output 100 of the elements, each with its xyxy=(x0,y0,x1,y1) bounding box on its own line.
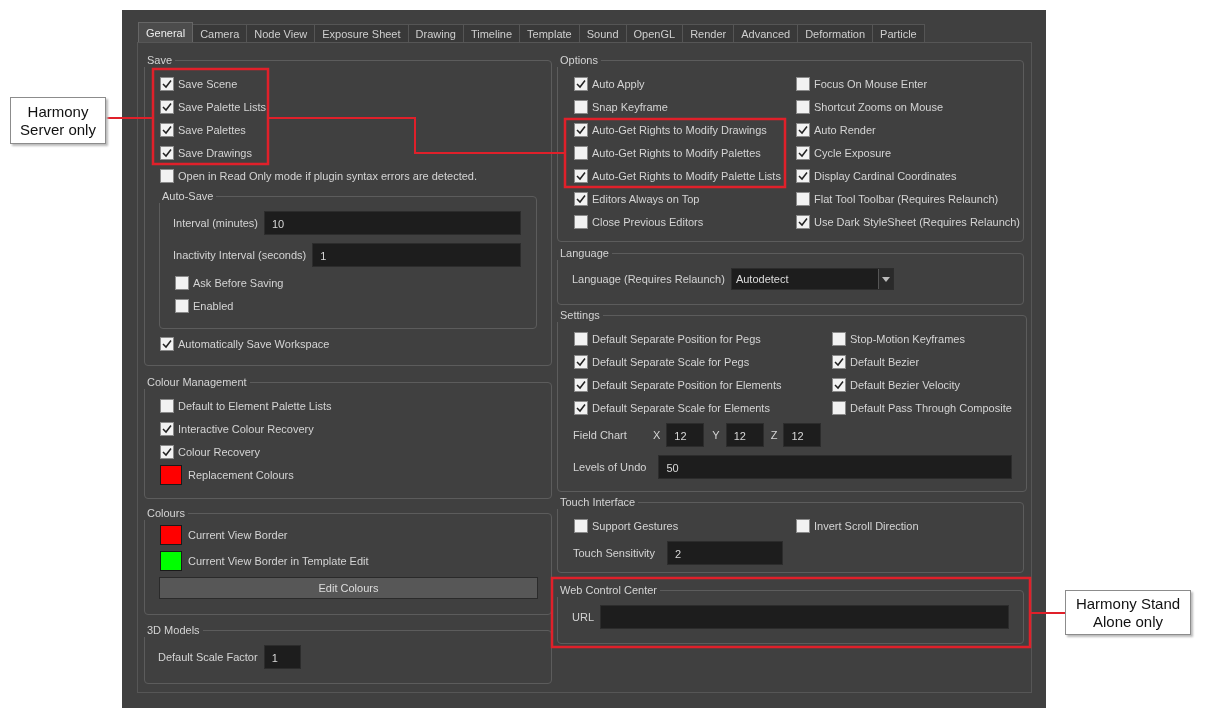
field-label: Touch Sensitivity xyxy=(573,547,655,559)
checkbox[interactable] xyxy=(175,298,189,313)
swatch-label: Current View Border xyxy=(188,529,288,541)
checkbox[interactable] xyxy=(574,331,588,346)
checkbox-label: Save Palette Lists xyxy=(178,100,267,113)
checkbox[interactable] xyxy=(160,421,174,436)
checkbox[interactable] xyxy=(796,214,810,229)
field-label: Y xyxy=(712,429,720,441)
edit-colours-button[interactable]: Edit Colours xyxy=(159,577,538,599)
tab[interactable]: Drawing xyxy=(407,24,464,42)
tab[interactable]: Particle xyxy=(872,24,925,42)
checkbox[interactable] xyxy=(160,99,174,114)
checkbox[interactable] xyxy=(796,168,810,183)
checkbox-label: Invert Scroll Direction xyxy=(814,519,919,532)
checkbox-label: Default Separate Position for Pegs xyxy=(592,332,761,345)
tab[interactable]: Render xyxy=(682,24,735,42)
color-swatch[interactable] xyxy=(160,465,182,485)
field-label: Default Scale Factor xyxy=(158,651,258,663)
color-swatch[interactable] xyxy=(160,525,182,545)
checkbox[interactable] xyxy=(574,99,588,114)
checkbox[interactable] xyxy=(832,331,846,346)
checkbox[interactable] xyxy=(796,122,810,137)
checkbox-label: Interactive Colour Recovery xyxy=(178,422,314,435)
checkbox[interactable] xyxy=(574,377,588,392)
checkbox[interactable] xyxy=(574,191,588,206)
checkbox-label: Save Palettes xyxy=(178,123,246,136)
input-field[interactable]: 1 xyxy=(263,645,301,669)
tab[interactable]: General xyxy=(138,22,194,42)
checkbox-label: Focus On Mouse Enter xyxy=(814,77,928,90)
checkbox[interactable] xyxy=(160,145,174,160)
checkbox[interactable] xyxy=(160,168,174,183)
checkbox[interactable] xyxy=(574,214,588,229)
checkbox[interactable] xyxy=(160,122,174,137)
checkbox[interactable] xyxy=(574,400,588,415)
swatch-label: Current View Border in Template Edit xyxy=(188,555,369,567)
tab[interactable]: OpenGL xyxy=(625,24,684,42)
checkbox-label: Close Previous Editors xyxy=(592,215,704,228)
checkbox-label: Auto-Get Rights to Modify Drawings xyxy=(592,123,767,136)
checkbox[interactable] xyxy=(574,354,588,369)
checkbox[interactable] xyxy=(796,518,810,533)
tab[interactable]: Exposure Sheet xyxy=(314,24,409,42)
tab[interactable]: Deformation xyxy=(797,24,874,42)
checkbox[interactable] xyxy=(160,398,174,413)
checkbox[interactable] xyxy=(574,518,588,533)
checkbox-label: Cycle Exposure xyxy=(814,146,892,159)
checkbox[interactable] xyxy=(574,168,588,183)
input-field[interactable]: 12 xyxy=(783,423,822,447)
tab[interactable]: Template xyxy=(519,24,580,42)
checkbox-label: Use Dark StyleSheet (Requires Relaunch) xyxy=(814,215,1021,228)
input-field[interactable]: 10 xyxy=(264,211,521,235)
input-field[interactable]: 50 xyxy=(658,455,1012,479)
color-swatch[interactable] xyxy=(160,551,182,571)
checkbox-label: Auto-Get Rights to Modify Palette Lists xyxy=(592,169,781,182)
field-label: Inactivity Interval (seconds) xyxy=(173,249,307,261)
checkbox[interactable] xyxy=(832,400,846,415)
callout-box: Harmony Stand Alone only xyxy=(1065,590,1191,635)
checkbox-label: Save Drawings xyxy=(178,146,252,159)
checkbox-label: Editors Always on Top xyxy=(592,192,700,205)
language-dropdown[interactable]: Autodetect xyxy=(730,268,894,290)
group-title: Colours xyxy=(146,507,186,520)
checkbox[interactable] xyxy=(796,191,810,206)
tab[interactable]: Sound xyxy=(578,24,627,42)
caret-icon[interactable] xyxy=(877,269,893,289)
checkbox[interactable] xyxy=(574,145,588,160)
checkbox-label: Display Cardinal Coordinates xyxy=(814,169,957,182)
field-label: Language (Requires Relaunch) xyxy=(572,273,725,285)
group-title: Options xyxy=(559,54,599,67)
field-label: Levels of Undo xyxy=(573,461,647,473)
tab[interactable]: Node View xyxy=(246,24,316,42)
checkbox[interactable] xyxy=(796,99,810,114)
group-title: Colour Management xyxy=(146,376,248,389)
checkbox-label: Stop-Motion Keyframes xyxy=(850,332,965,345)
tab[interactable]: Advanced xyxy=(733,24,799,42)
checkbox[interactable] xyxy=(574,122,588,137)
input-field[interactable]: 12 xyxy=(666,423,705,447)
group-title: Auto-Save xyxy=(161,190,215,203)
checkbox[interactable] xyxy=(160,336,174,351)
checkbox-label: Enabled xyxy=(193,299,234,312)
input-field[interactable]: 2 xyxy=(666,541,783,565)
checkbox[interactable] xyxy=(160,76,174,91)
field-label: URL xyxy=(572,611,594,623)
input-field[interactable]: 12 xyxy=(725,423,764,447)
checkbox-label: Automatically Save Workspace xyxy=(178,337,330,350)
checkbox[interactable] xyxy=(796,145,810,160)
checkbox-label: Default Bezier xyxy=(850,355,920,368)
checkbox[interactable] xyxy=(175,275,189,290)
input-field[interactable]: 1 xyxy=(312,243,521,267)
group-title: 3D Models xyxy=(146,624,201,637)
leader-line xyxy=(1029,612,1066,614)
checkbox[interactable] xyxy=(574,76,588,91)
tab[interactable]: Camera xyxy=(192,24,248,42)
input-field[interactable] xyxy=(600,605,1009,629)
checkbox-label: Auto Apply xyxy=(592,77,645,90)
checkbox[interactable] xyxy=(832,354,846,369)
checkbox[interactable] xyxy=(160,444,174,459)
checkbox[interactable] xyxy=(832,377,846,392)
leader-line xyxy=(105,117,154,119)
checkbox[interactable] xyxy=(796,76,810,91)
checkbox-label: Default to Element Palette Lists xyxy=(178,399,332,412)
tab[interactable]: Timeline xyxy=(462,24,521,42)
